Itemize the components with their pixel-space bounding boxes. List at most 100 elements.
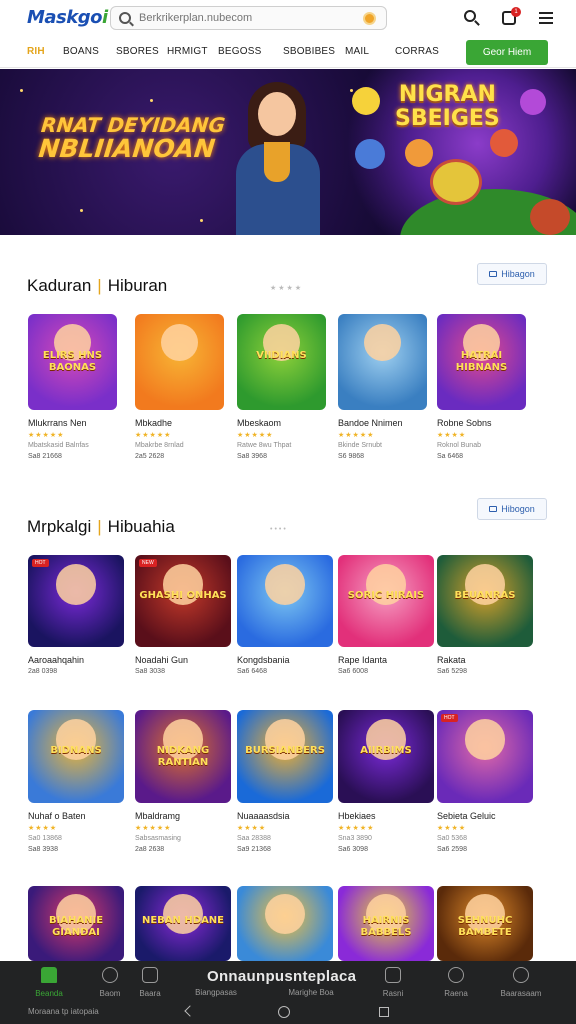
character-figure — [363, 323, 402, 361]
rating-stars: ★★★★★ — [338, 432, 375, 439]
game-title[interactable]: Bandoe Nnimen — [338, 418, 403, 428]
back-icon[interactable] — [184, 1005, 196, 1017]
nav-item-6[interactable]: SBOBIBES — [283, 46, 335, 57]
game-thumbnail[interactable]: GHASHI ONHAS NEW — [135, 555, 231, 647]
game-tag-badge: HOT — [441, 714, 458, 722]
section-1-button[interactable]: Hibagon — [477, 263, 547, 285]
home-icon — [41, 967, 57, 983]
home-circle-icon[interactable] — [278, 1006, 290, 1018]
game-thumbnail[interactable]: HOT — [28, 555, 124, 647]
game-subtitle: Bkinde Srnubt — [338, 442, 382, 449]
bottom-nav-item-8[interactable]: Baarasaam — [486, 967, 556, 998]
banner-title-right: NIGRAN SBEIGES — [395, 82, 500, 131]
game-thumbnail[interactable]: NEBAN HDANE — [135, 886, 231, 961]
game-stats: Sa8 3968 — [237, 453, 267, 460]
game-stats: 2a8 0398 — [28, 668, 58, 675]
bottom-nav-item-3[interactable]: Baara — [115, 967, 185, 998]
cta-button[interactable]: Geor Hiem — [466, 40, 548, 65]
game-thumbnail[interactable]: HOT — [437, 710, 533, 803]
game-title[interactable]: Rakata — [437, 655, 466, 665]
game-title[interactable]: Kongdsbania — [237, 655, 290, 665]
game-art-title: SORIC HIRAIS — [347, 589, 425, 601]
game-stats: Sa6 3098 — [338, 846, 368, 853]
game-title[interactable]: Nuhaf o Baten — [28, 811, 86, 821]
game-art-title: AIIRBIMS — [360, 745, 412, 757]
game-thumbnail[interactable]: ELIRS HNS BAONAS — [28, 314, 117, 410]
hero-banner[interactable]: RNAT DEYIDANG NBLIIANOAN NIGRAN SBEIGES — [0, 69, 576, 235]
game-title[interactable]: Rape Idanta — [338, 655, 387, 665]
search-input[interactable] — [139, 12, 354, 24]
section-2-button[interactable]: Hibogon — [477, 498, 547, 520]
game-thumbnail[interactable]: BIDNANS — [28, 710, 124, 803]
game-art-title: BIAHANIE GIANDAI — [48, 914, 104, 938]
search-bar[interactable] — [110, 6, 387, 30]
bottom-nav-item-7[interactable]: Raena — [421, 967, 491, 998]
nav-item-8[interactable]: CORRAS — [395, 46, 439, 57]
nav-item-5[interactable]: BEGOSS — [218, 46, 261, 57]
nav-item-3[interactable]: SBORES — [116, 46, 159, 57]
game-thumbnail[interactable]: VIIDIANS — [237, 314, 326, 410]
banner-critter — [352, 87, 380, 115]
game-thumbnail[interactable] — [237, 555, 333, 647]
section-title-2: Mrpkalgi | Hibuahia — [27, 517, 175, 536]
search-button-icon[interactable] — [463, 9, 481, 27]
game-thumbnail[interactable] — [135, 314, 224, 410]
game-title[interactable]: Mbkadhe — [135, 418, 172, 428]
game-title[interactable]: Robne Sobns — [437, 418, 492, 428]
system-nav-bar: Moraana tp iatopaia — [0, 1001, 576, 1024]
top-header: Maskgoi 1 — [0, 0, 576, 36]
bottom-nav-item-6[interactable]: Rasni — [358, 967, 428, 998]
game-thumbnail[interactable] — [237, 886, 333, 961]
cart-icon[interactable]: 1 — [501, 7, 521, 27]
tv-icon — [489, 506, 498, 512]
game-subtitle: Saa 28388 — [237, 835, 271, 842]
game-art-title: NEBAN HDANE — [141, 914, 225, 926]
game-stats: Sa8 3038 — [135, 668, 165, 675]
game-subtitle: Sabsasmasing — [135, 835, 181, 842]
voice-search-icon[interactable] — [363, 12, 376, 25]
game-stats: Sa6 6008 — [338, 668, 368, 675]
game-title[interactable]: Mbeskaom — [237, 418, 281, 428]
bottom-nav-home[interactable]: Beanda — [14, 967, 84, 998]
game-title[interactable]: Mlukrrans Nen — [28, 418, 87, 428]
game-stats: Sa6 5298 — [437, 668, 467, 675]
game-art-title: VIIDIANS — [256, 350, 307, 362]
game-thumbnail[interactable]: HATRAI HIBNANS — [437, 314, 526, 410]
game-stats: Sa9 21368 — [237, 846, 271, 853]
game-thumbnail[interactable]: NIDKANG RANTIAN — [135, 710, 231, 803]
game-title[interactable]: Hbekiaes — [338, 811, 376, 821]
rating-stars: ★★★★★ — [338, 825, 375, 832]
game-thumbnail[interactable]: SORIC HIRAIS — [338, 555, 434, 647]
game-art-title: BIDNANS — [50, 745, 102, 757]
banner-title-left: RNAT DEYIDANG NBLIIANOAN — [37, 113, 227, 163]
game-title[interactable]: Aaroaahqahin — [28, 655, 84, 665]
game-thumbnail[interactable]: SEHNUHC BAMBETE — [437, 886, 533, 961]
site-logo[interactable]: Maskgoi — [27, 7, 108, 28]
game-thumbnail[interactable]: HAIRNIS BABBELS — [338, 886, 434, 961]
recent-apps-icon[interactable] — [379, 1007, 389, 1017]
hamburger-menu-icon[interactable] — [537, 9, 555, 27]
rating-stars: ★★★★ — [437, 825, 467, 832]
game-thumbnail[interactable]: BEUANRAS — [437, 555, 533, 647]
game-thumbnail[interactable]: BIAHANIE GIANDAI — [28, 886, 124, 961]
game-stats: Sa6 2598 — [437, 846, 467, 853]
game-art-title: BURSIANBERS — [245, 745, 325, 757]
game-thumbnail[interactable] — [338, 314, 427, 410]
game-art-title: SEHNUHC BAMBETE — [457, 914, 513, 938]
nav-item-1[interactable]: RIH — [27, 46, 45, 57]
nav-item-7[interactable]: MAIL — [345, 46, 369, 57]
game-thumbnail[interactable]: AIIRBIMS — [338, 710, 434, 803]
game-title[interactable]: Nuaaaasdsia — [237, 811, 290, 821]
game-title[interactable]: Sebieta Geluic — [437, 811, 496, 821]
bottom-nav-item-5[interactable]: Marighe Boa — [276, 988, 346, 997]
game-thumbnail[interactable]: BURSIANBERS — [237, 710, 333, 803]
bottom-nav-item-4[interactable]: Biangpasas — [181, 988, 251, 997]
nav-item-2[interactable]: BOANS — [63, 46, 99, 57]
game-subtitle: Mbatskasid Balnfas — [28, 442, 89, 449]
game-title[interactable]: Noadahi Gun — [135, 655, 188, 665]
game-subtitle: Mbakrbe 8rnlad — [135, 442, 184, 449]
nav-item-4[interactable]: HRMIGT — [167, 46, 208, 57]
tablet-icon — [142, 967, 158, 983]
user-icon — [448, 967, 464, 983]
game-title[interactable]: Mbaldramg — [135, 811, 180, 821]
